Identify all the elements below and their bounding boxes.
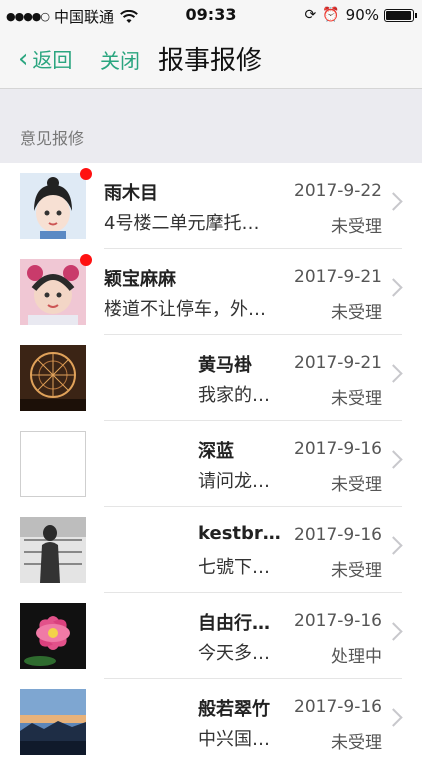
reporter-name: kestbr… xyxy=(198,523,281,544)
message-preview: 我家的… xyxy=(198,385,270,406)
message-preview: 请问龙… xyxy=(198,471,270,492)
status-label: 未受理 xyxy=(331,475,382,495)
message-preview: 七號下… xyxy=(198,557,270,578)
chevron-right-icon xyxy=(384,708,403,727)
chevron-right-icon xyxy=(384,192,403,211)
list-item[interactable]: 深蓝 请问龙… 2017-9-16 未受理 xyxy=(0,421,422,507)
list-item[interactable]: 自由行… 今天多… 2017-9-16 处理中 xyxy=(0,593,422,679)
report-list: 雨木目 4号楼二单元摩托… 2017-9-22 未受理 颖宝麻麻 楼道不让停车，… xyxy=(0,163,422,765)
message-preview: 4号楼二单元摩托… xyxy=(104,213,260,234)
avatar xyxy=(20,173,86,239)
reporter-name: 颖宝麻麻 xyxy=(104,269,176,290)
avatar xyxy=(20,603,86,669)
list-item[interactable]: 颖宝麻麻 楼道不让停车，外… 2017-9-21 未受理 xyxy=(0,249,422,335)
list-item[interactable]: 般若翠竹 中兴国… 2017-9-16 未受理 xyxy=(0,679,422,765)
report-date: 2017-9-21 xyxy=(294,353,382,373)
report-date: 2017-9-16 xyxy=(294,611,382,631)
message-preview: 楼道不让停车，外… xyxy=(104,299,266,320)
reporter-name: 自由行… xyxy=(198,613,270,634)
page-title: 报事报修 xyxy=(158,46,263,76)
back-button[interactable]: ‹ 返回 xyxy=(18,44,72,73)
unread-dot xyxy=(80,254,92,266)
report-date: 2017-9-16 xyxy=(294,697,382,717)
report-date: 2017-9-16 xyxy=(294,525,382,545)
status-label: 未受理 xyxy=(331,733,382,753)
section-header: 意见报修 xyxy=(0,89,422,163)
reporter-name: 深蓝 xyxy=(198,441,234,462)
status-bar: ●●●●○ 中国联通 09:33 ⟳ ⏰ 90% xyxy=(0,0,422,30)
list-item[interactable]: kestbr… 七號下… 2017-9-16 未受理 xyxy=(0,507,422,593)
list-item[interactable]: 雨木目 4号楼二单元摩托… 2017-9-22 未受理 xyxy=(0,163,422,249)
chevron-right-icon xyxy=(384,536,403,555)
avatar xyxy=(20,259,86,325)
message-preview: 中兴国… xyxy=(198,729,270,750)
battery-percent: 90% xyxy=(345,6,379,24)
avatar xyxy=(20,345,86,411)
back-label: 返回 xyxy=(32,48,73,72)
status-label: 未受理 xyxy=(331,561,382,581)
status-label: 未受理 xyxy=(331,303,382,323)
battery-icon xyxy=(384,8,417,22)
chevron-left-icon: ‹ xyxy=(18,43,29,74)
chevron-right-icon xyxy=(384,278,403,297)
chevron-right-icon xyxy=(384,450,403,469)
status-label: 处理中 xyxy=(331,647,382,667)
chevron-right-icon xyxy=(384,622,403,641)
rotation-lock-icon: ⟳ xyxy=(304,7,317,23)
avatar xyxy=(20,689,86,755)
section-title: 意见报修 xyxy=(20,129,85,148)
close-button[interactable]: 关闭 xyxy=(100,45,140,74)
reporter-name: 黄马褂 xyxy=(198,355,252,376)
alarm-icon: ⏰ xyxy=(322,7,340,23)
report-date: 2017-9-16 xyxy=(294,439,382,459)
report-date: 2017-9-22 xyxy=(294,181,382,201)
message-preview: 今天多… xyxy=(198,643,270,664)
unread-dot xyxy=(80,168,92,180)
navigation-bar: ‹ 返回 关闭 报事报修 xyxy=(0,30,422,89)
report-date: 2017-9-21 xyxy=(294,267,382,287)
status-label: 未受理 xyxy=(331,389,382,409)
reporter-name: 般若翠竹 xyxy=(198,699,270,720)
status-label: 未受理 xyxy=(331,217,382,237)
list-item[interactable]: 黄马褂 我家的… 2017-9-21 未受理 xyxy=(0,335,422,421)
avatar xyxy=(20,517,86,583)
chevron-right-icon xyxy=(384,364,403,383)
avatar xyxy=(20,431,86,497)
reporter-name: 雨木目 xyxy=(104,183,158,204)
